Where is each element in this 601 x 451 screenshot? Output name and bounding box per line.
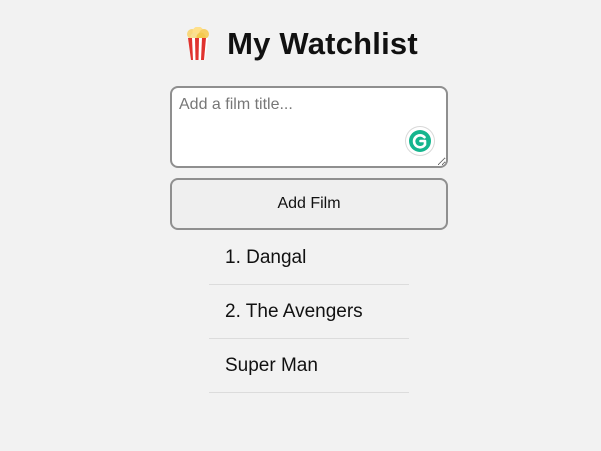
watchlist-app: My Watchlist Add Film 1. Dangal 2. The A… xyxy=(0,0,601,451)
popcorn-icon xyxy=(183,26,213,61)
watchlist: 1. Dangal 2. The Avengers Super Man xyxy=(209,231,409,393)
grammarly-icon[interactable] xyxy=(406,127,434,155)
add-film-button[interactable]: Add Film xyxy=(170,178,448,230)
film-title-input[interactable] xyxy=(170,86,448,168)
film-input-container xyxy=(170,86,448,168)
page-title: My Watchlist xyxy=(227,26,418,61)
film-list-item: 1. Dangal xyxy=(209,231,409,285)
page-header: My Watchlist xyxy=(0,24,601,64)
film-list-item: Super Man xyxy=(209,339,409,393)
film-list-item: 2. The Avengers xyxy=(209,285,409,339)
